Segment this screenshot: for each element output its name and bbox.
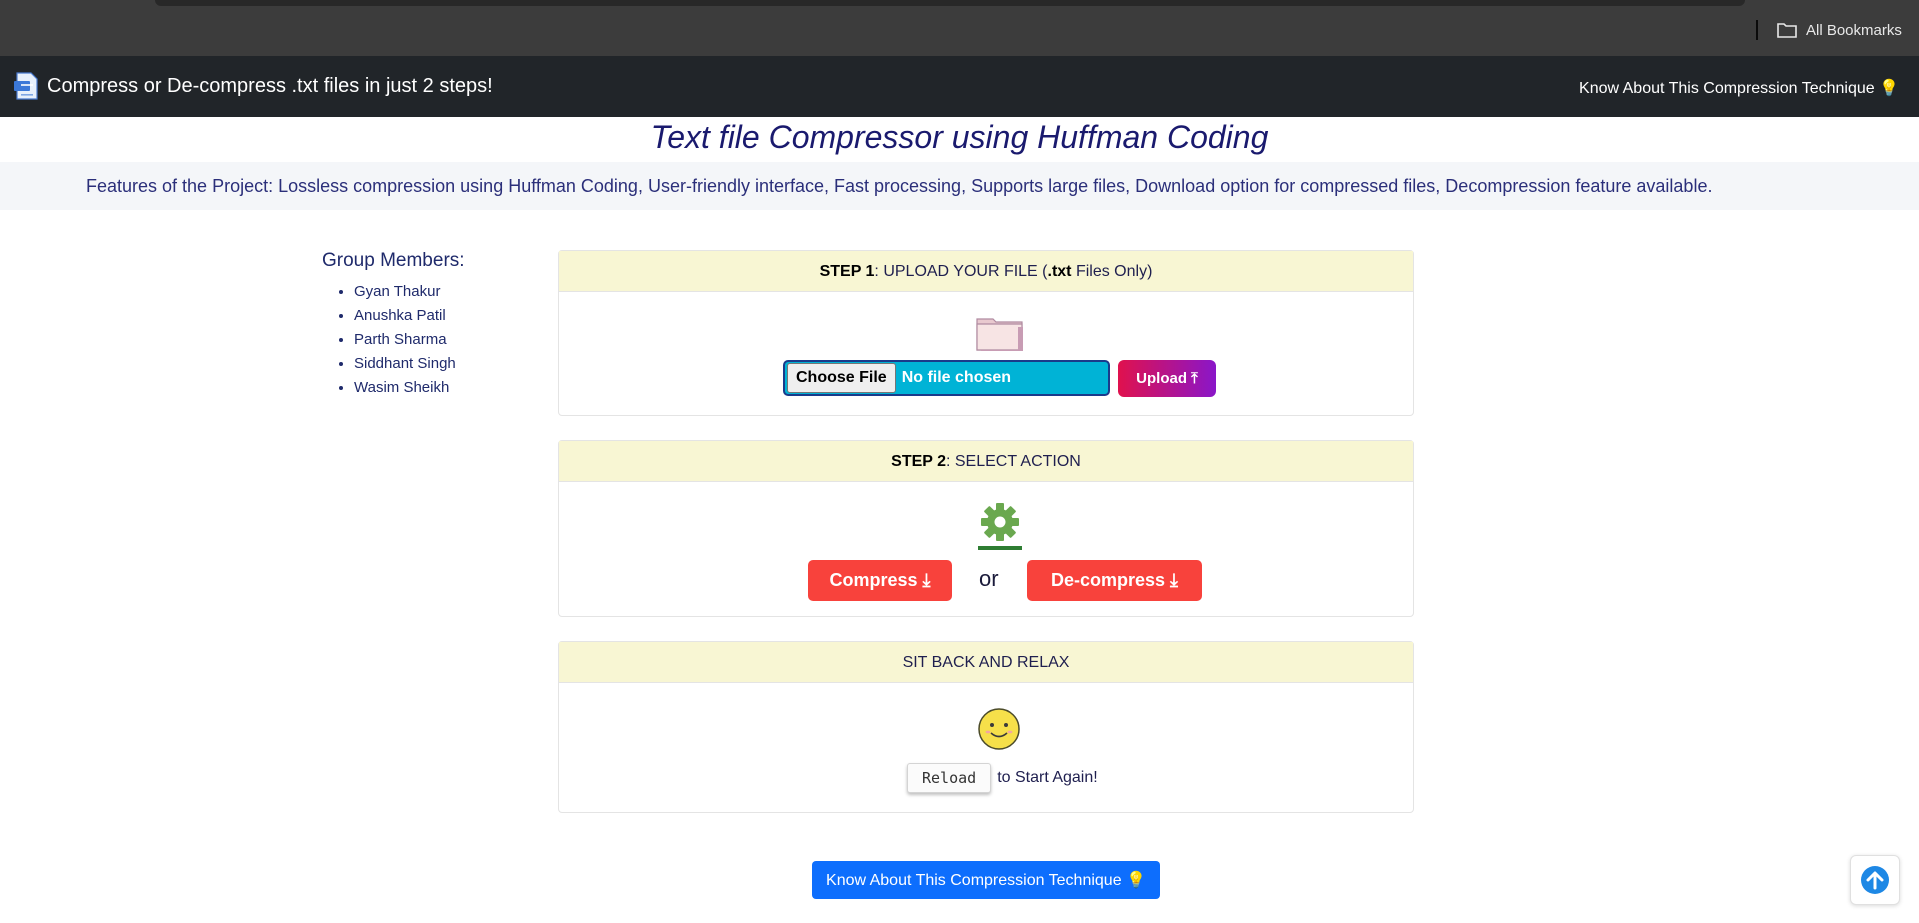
features-text: Features of the Project: Lossless compre…	[86, 176, 1713, 196]
group-members-title: Group Members:	[322, 250, 465, 271]
decompress-button[interactable]: De-compress ⤓	[1027, 560, 1202, 601]
compress-button[interactable]: Compress ⤓	[808, 560, 952, 601]
document-icon	[14, 72, 38, 100]
smiley-icon	[978, 708, 1020, 750]
navbar-brand-title: Compress or De-compress .txt files in ju…	[47, 74, 493, 97]
member-list: Gyan Thakur Anushka Patil Parth Sharma S…	[322, 280, 502, 400]
member-item: Wasim Sheikh	[354, 376, 502, 400]
or-separator: or	[979, 566, 999, 591]
group-members: Group Members: Gyan Thakur Anushka Patil…	[322, 250, 502, 400]
navbar-brand[interactable]: Compress or De-compress .txt files in ju…	[13, 71, 493, 101]
step2-card: STEP 2: SELECT ACTION Compress ⤓ or De-c…	[558, 440, 1414, 617]
reload-suffix-text: to Start Again!	[997, 769, 1098, 786]
step1-card: STEP 1: UPLOAD YOUR FILE (.txt Files Onl…	[558, 250, 1414, 416]
all-bookmarks-button[interactable]: All Bookmarks	[1776, 20, 1902, 40]
reload-button[interactable]: Reload	[907, 763, 992, 793]
step2-header: STEP 2: SELECT ACTION	[559, 441, 1413, 482]
browser-omnibox-edge	[155, 0, 1745, 6]
step1-label-bold: STEP 1	[819, 263, 875, 280]
file-status-text: No file chosen	[901, 369, 1012, 386]
step3-card: SIT BACK AND RELAX Reload to Start Again…	[558, 641, 1414, 813]
step1-label-text: : UPLOAD YOUR FILE (	[874, 263, 1048, 280]
member-item: Gyan Thakur	[354, 280, 502, 304]
gear-icon	[978, 503, 1022, 550]
features-strip: Features of the Project: Lossless compre…	[0, 162, 1919, 210]
browser-chrome: All Bookmarks	[0, 0, 1919, 56]
arrow-up-circle-icon	[1861, 866, 1889, 894]
all-bookmarks-label: All Bookmarks	[1806, 21, 1902, 39]
file-input[interactable]: Choose File No file chosen	[783, 360, 1110, 396]
navbar: Compress or De-compress .txt files in ju…	[0, 56, 1919, 117]
member-item: Anushka Patil	[354, 304, 502, 328]
folder-outline-icon	[1777, 23, 1797, 38]
page-title: Text file Compressor using Huffman Codin…	[650, 119, 1269, 155]
upload-button[interactable]: Upload ⤒	[1118, 360, 1216, 397]
choose-file-button[interactable]: Choose File	[787, 363, 896, 393]
step2-label-text: : SELECT ACTION	[945, 453, 1081, 470]
scroll-to-top-button[interactable]	[1850, 855, 1900, 905]
nav-know-technique-link[interactable]: Know About This Compression Technique 💡	[1579, 78, 1899, 98]
step1-header: STEP 1: UPLOAD YOUR FILE (.txt Files Onl…	[559, 251, 1413, 292]
know-technique-button[interactable]: Know About This Compression Technique 💡	[812, 861, 1160, 899]
step2-label-bold: STEP 2	[891, 453, 946, 470]
folder-icon	[976, 318, 1023, 351]
step1-label-suffix: Files Only)	[1071, 263, 1153, 280]
step1-label-ext: .txt	[1047, 263, 1072, 280]
bookmarks-separator	[1756, 20, 1758, 40]
step3-header: SIT BACK AND RELAX	[559, 642, 1413, 683]
member-item: Parth Sharma	[354, 328, 502, 352]
member-item: Siddhant Singh	[354, 352, 502, 376]
reload-row: Reload to Start Again!	[907, 763, 1098, 793]
